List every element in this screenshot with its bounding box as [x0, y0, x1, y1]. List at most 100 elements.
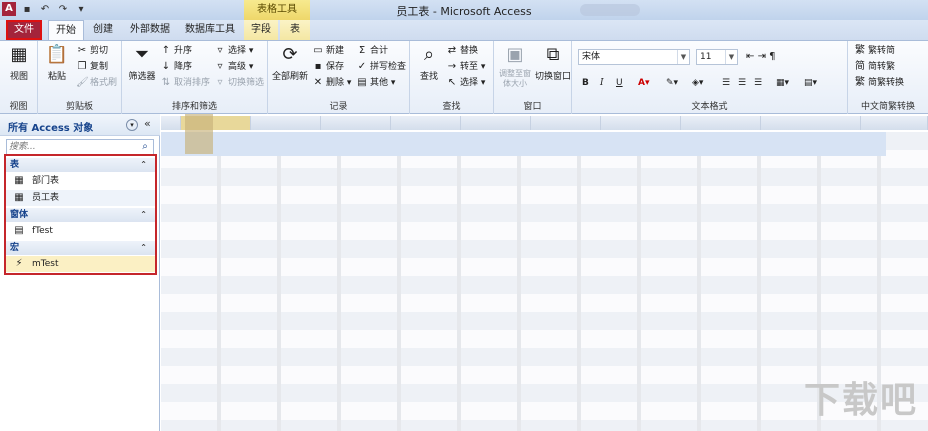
nav-group-macros[interactable]: 宏 ⌃ [6, 241, 155, 255]
nav-item-employee-table[interactable]: ▦ 员工表 [6, 190, 155, 206]
brush-icon: 🖌 [76, 77, 89, 88]
group-label-find: 查找 [442, 102, 461, 112]
collapse-group-icon[interactable]: ⌃ [140, 158, 147, 172]
trad-simp-icon: 繁 [855, 45, 865, 56]
align-center-icon[interactable]: ☰ [738, 76, 746, 90]
filter-button[interactable]: ⏷ 筛选器 [126, 43, 158, 82]
sort-ascending-button[interactable]: ↑ 升序 [160, 44, 192, 58]
tab-table[interactable]: 表 [280, 20, 310, 40]
nav-item-ftest[interactable]: ▤ fTest [6, 223, 155, 239]
refresh-all-button[interactable]: ⟳ 全部刷新 [270, 43, 310, 82]
toggle-filter-button[interactable]: ▿ 切换筛选 [214, 76, 264, 90]
datasheet-area[interactable]: 下载吧 [161, 114, 928, 431]
goto-button[interactable]: → 转至 ▾ [446, 60, 486, 74]
selected-row[interactable] [161, 132, 886, 156]
more-button[interactable]: ▤ 其他 ▾ [356, 76, 395, 90]
column-header[interactable] [461, 116, 531, 130]
column-header[interactable] [681, 116, 761, 130]
tab-fields[interactable]: 字段 [244, 20, 278, 40]
column-header[interactable] [321, 116, 391, 130]
fill-color-icon[interactable]: ◈▾ [692, 76, 703, 90]
nav-group-forms[interactable]: 窗体 ⌃ [6, 208, 155, 222]
convert-icon: 繁 [855, 77, 865, 88]
replace-button[interactable]: ⇄ 替换 [446, 44, 478, 58]
chevron-down-icon[interactable]: ▼ [677, 50, 689, 64]
tab-external-data[interactable]: 外部数据 [124, 20, 176, 40]
column-header[interactable] [761, 116, 861, 130]
select-button[interactable]: ↖ 选择 ▾ [446, 76, 486, 90]
remove-sort-button[interactable]: ⇅ 取消排序 [160, 76, 210, 90]
group-find: ⌕ 查找 ⇄ 替换 → 转至 ▾ ↖ 选择 ▾ 查找 [410, 41, 494, 115]
delete-icon: ✕ [313, 77, 323, 88]
spelling-button[interactable]: ✓ 拼写检查 [356, 60, 406, 74]
tab-home[interactable]: 开始 [48, 20, 84, 40]
column-header[interactable] [161, 116, 181, 130]
cut-button[interactable]: ✂ 剪切 [76, 44, 108, 58]
increase-indent-icon[interactable]: ⇥ [758, 51, 766, 62]
font-name-combo[interactable]: 宋体 ▼ [578, 49, 690, 65]
delete-record-button[interactable]: ✕ 删除 ▾ [312, 76, 352, 90]
group-views: ▦ 视图 视图 [0, 41, 38, 115]
bold-button[interactable]: B [582, 76, 589, 90]
paste-button[interactable]: 📋 粘贴 [42, 43, 72, 82]
find-button[interactable]: ⌕ 查找 [414, 43, 444, 82]
save-record-button[interactable]: ▪ 保存 [312, 60, 344, 74]
new-record-button[interactable]: ▭ 新建 [312, 44, 344, 58]
nav-header[interactable]: 所有 Access 对象 ▾ « [0, 114, 160, 136]
chevron-down-icon[interactable]: ▼ [725, 50, 737, 64]
nav-menu-chevron-icon[interactable]: ▾ [126, 119, 138, 131]
copy-button[interactable]: ❐ 复制 [76, 60, 109, 74]
nav-search-input[interactable] [9, 141, 135, 153]
gridlines-icon[interactable]: ▦▾ [776, 76, 789, 90]
underline-button[interactable]: U [616, 76, 623, 90]
italic-button[interactable]: I [600, 76, 604, 90]
list-indent-controls[interactable]: ⇤ ⇥ ¶ [746, 50, 776, 64]
group-window: ▣ 调整至窗体大小 ⧉ 切换窗口 窗口 [494, 41, 572, 115]
format-painter-button[interactable]: 🖌格式刷 [76, 76, 117, 90]
selection-filter-button[interactable]: ▿ 选择 ▾ [214, 44, 253, 58]
advanced-filter-button[interactable]: ▿ 高级 ▾ [214, 60, 253, 74]
nav-item-dept-table[interactable]: ▦ 部门表 [6, 173, 155, 189]
tab-create[interactable]: 创建 [86, 20, 120, 40]
group-label-window: 窗口 [523, 102, 542, 112]
column-header[interactable] [391, 116, 461, 130]
collapse-group-icon[interactable]: ⌃ [140, 208, 147, 222]
decrease-indent-icon[interactable]: ⇤ [746, 51, 754, 62]
column-header[interactable] [531, 116, 601, 130]
highlight-color-icon[interactable]: ✎▾ [666, 76, 678, 90]
tab-file[interactable]: 文件 [6, 20, 42, 40]
totals-button[interactable]: Σ 合计 [356, 44, 388, 58]
collapse-pane-icon[interactable]: « [144, 117, 151, 130]
font-size-combo[interactable]: 11 ▼ [696, 49, 738, 65]
column-header[interactable] [251, 116, 321, 130]
group-label-text-format: 文本格式 [691, 102, 728, 112]
simp-to-trad-button[interactable]: 简简转繁 [854, 60, 895, 74]
collapse-group-icon[interactable]: ⌃ [140, 241, 147, 255]
nav-item-mtest[interactable]: ⚡ mTest [6, 256, 155, 272]
record-selector[interactable] [185, 114, 213, 154]
align-right-icon[interactable]: ☰ [754, 76, 762, 90]
search-icon[interactable]: ⌕ [137, 140, 153, 154]
group-chinese-convert: 繁繁转简 简简转繁 繁简繁转换 中文简繁转换 [848, 41, 928, 115]
tab-database-tools[interactable]: 数据库工具 [180, 20, 240, 40]
column-header[interactable] [601, 116, 681, 130]
font-color-icon[interactable]: A▾ [638, 76, 649, 90]
alternate-row-color-icon[interactable]: ▤▾ [804, 76, 817, 90]
view-button[interactable]: ▦ 视图 [4, 43, 34, 82]
trad-to-simp-button[interactable]: 繁繁转简 [854, 44, 895, 58]
sort-descending-button[interactable]: ↓ 降序 [160, 60, 192, 74]
column-header[interactable] [861, 116, 928, 130]
macro-icon: ⚡ [15, 258, 23, 269]
fit-to-form-button[interactable]: ▣ 调整至窗体大小 [496, 43, 534, 89]
align-left-icon[interactable]: ☰ [722, 76, 730, 90]
paragraph-icon[interactable]: ¶ [769, 51, 775, 62]
simp-trad-icon: 简 [855, 61, 865, 72]
scissors-icon: ✂ [77, 45, 87, 56]
convert-button[interactable]: 繁简繁转换 [854, 76, 904, 90]
blurred-title-area [580, 4, 640, 16]
switch-windows-button[interactable]: ⧉ 切换窗口 [534, 43, 572, 82]
select-cursor-icon: ↖ [447, 77, 457, 88]
table-icon: ▦ [14, 175, 24, 186]
nav-group-tables[interactable]: 表 ⌃ [6, 158, 155, 172]
toggle-filter-icon: ▿ [217, 77, 223, 88]
